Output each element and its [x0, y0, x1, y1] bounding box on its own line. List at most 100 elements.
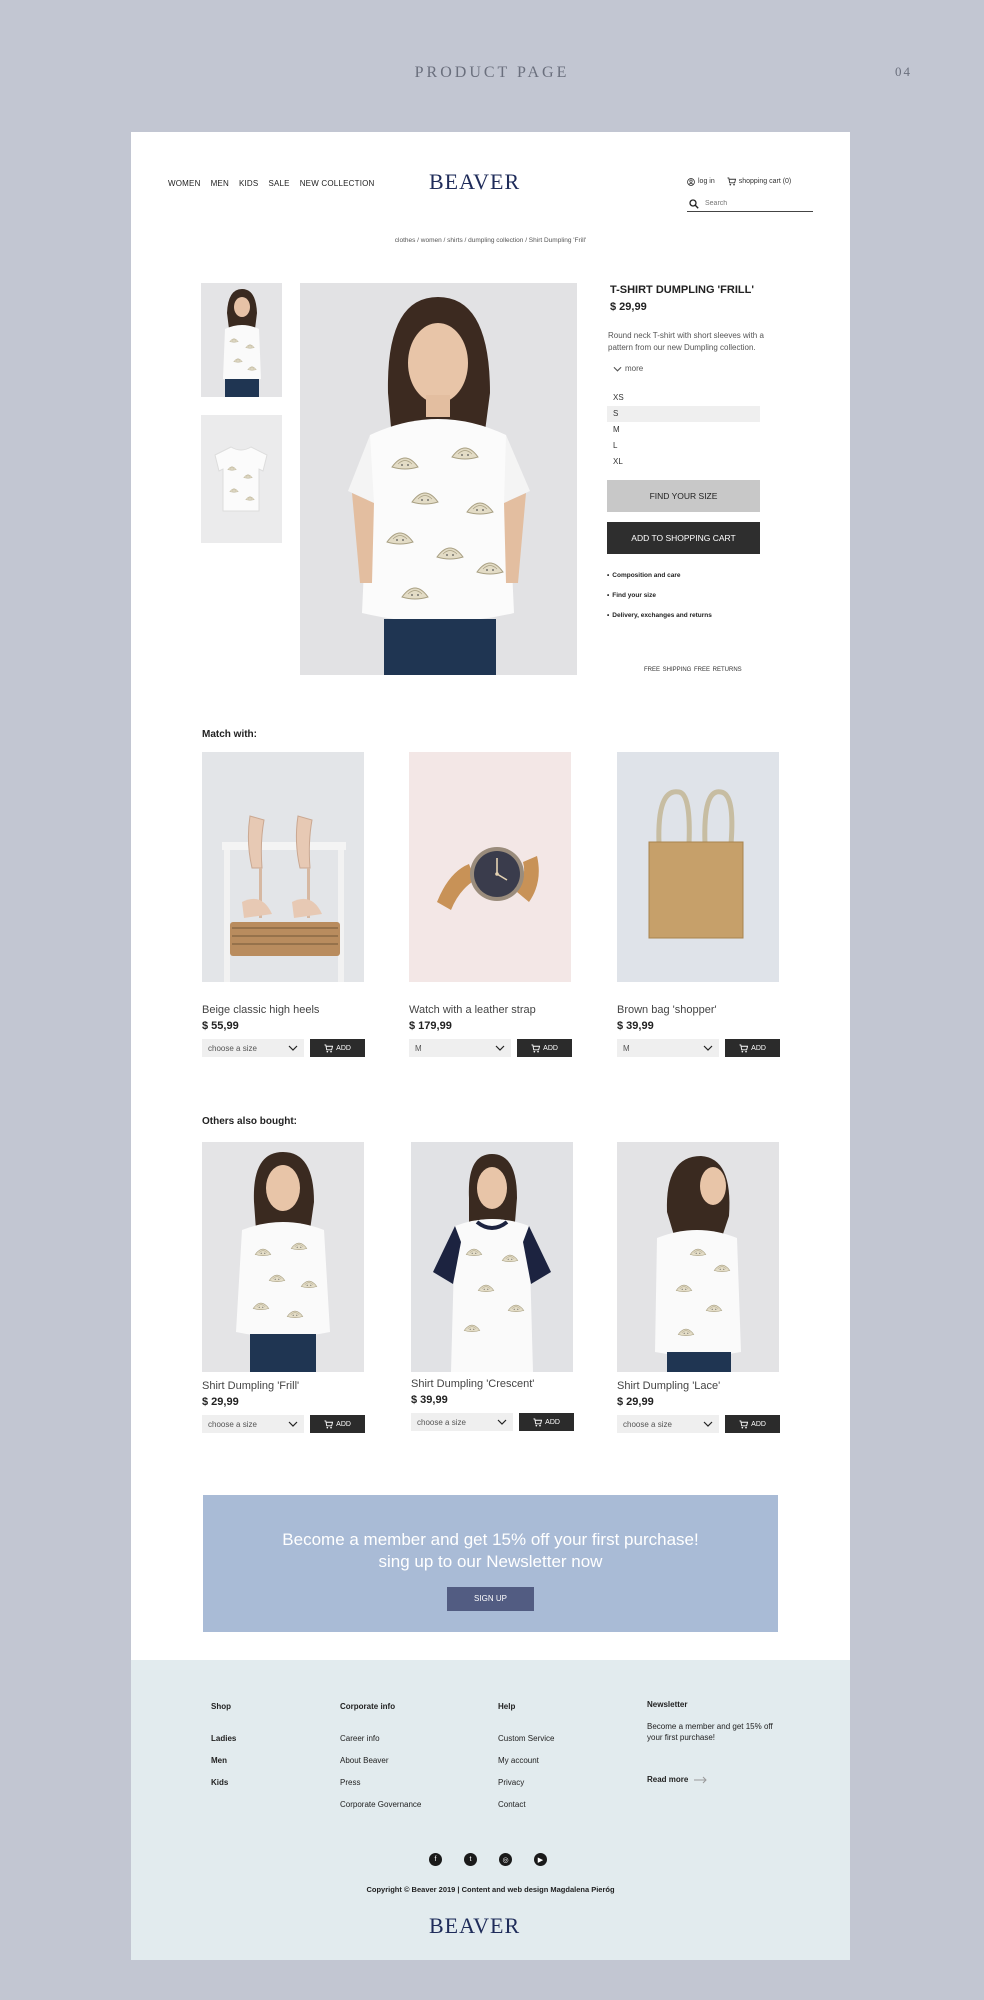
other-item-price: $ 29,99 — [202, 1396, 239, 1408]
nav-sale[interactable]: SALE — [268, 179, 289, 188]
model-photo-thumb — [201, 283, 282, 397]
add-label: ADD — [336, 1420, 351, 1428]
social-links: f t ◎ ▶ — [429, 1853, 547, 1866]
size-select-value: choose a size — [208, 1043, 257, 1053]
footer-newsletter: Newsletter Become a member and get 15% o… — [647, 1700, 777, 1784]
footer-link-privacy[interactable]: Privacy — [498, 1778, 554, 1800]
size-option-s[interactable]: S — [607, 406, 760, 422]
instagram-icon[interactable]: ◎ — [499, 1853, 512, 1866]
size-option-xs[interactable]: XS — [607, 390, 760, 406]
lace-image[interactable] — [617, 1142, 779, 1372]
search-input[interactable] — [705, 200, 805, 207]
thumbnail-model[interactable] — [201, 283, 282, 397]
size-select[interactable]: choose a size — [617, 1415, 720, 1433]
more-label: more — [625, 364, 644, 373]
composition-link[interactable]: Composition and care — [607, 572, 712, 592]
read-more-link[interactable]: Read more — [647, 1775, 777, 1784]
size-select[interactable]: choose a size — [411, 1413, 514, 1431]
sign-up-button[interactable]: SIGN UP — [447, 1587, 534, 1611]
bag-image[interactable] — [617, 752, 779, 982]
match-card-watch: Watch with a leather strap $ 179,99 M AD… — [409, 752, 572, 1057]
twitter-icon[interactable]: t — [464, 1853, 477, 1866]
cart-icon — [739, 1044, 748, 1053]
main-product-image[interactable] — [300, 283, 577, 675]
cart-label: shopping cart (0) — [738, 178, 792, 185]
login-label: log in — [698, 178, 715, 185]
size-option-xl[interactable]: XL — [607, 454, 760, 470]
add-button[interactable]: ADD — [519, 1413, 574, 1431]
add-label: ADD — [751, 1420, 766, 1428]
footer-link-my-account[interactable]: My account — [498, 1756, 554, 1778]
size-select[interactable]: choose a size — [202, 1039, 305, 1057]
add-button[interactable]: ADD — [310, 1039, 365, 1057]
arrow-right-icon — [694, 1776, 708, 1783]
footer-link-ladies[interactable]: Ladies — [211, 1734, 236, 1756]
frill-image[interactable] — [202, 1142, 364, 1372]
other-item-name[interactable]: Shirt Dumpling 'Frill' — [202, 1380, 365, 1392]
add-button[interactable]: ADD — [725, 1039, 780, 1057]
other-item-name[interactable]: Shirt Dumpling 'Lace' — [617, 1380, 780, 1392]
chevron-down-icon — [497, 1419, 507, 1425]
chevron-down-icon — [288, 1421, 298, 1427]
size-option-m[interactable]: M — [607, 422, 760, 438]
nav-women[interactable]: WOMEN — [168, 179, 201, 188]
brand-logo[interactable]: BEAVER — [429, 169, 520, 195]
nav-men[interactable]: MEN — [211, 179, 229, 188]
product-price: $ 29,99 — [610, 301, 647, 313]
cart-link[interactable]: shopping cart (0) — [727, 177, 792, 186]
nav-kids[interactable]: KIDS — [239, 179, 258, 188]
thumbnail-flatlay[interactable] — [201, 415, 282, 543]
add-button[interactable]: ADD — [725, 1415, 780, 1433]
add-label: ADD — [545, 1418, 560, 1426]
more-toggle[interactable]: more — [613, 364, 643, 373]
footer-link-kids[interactable]: Kids — [211, 1778, 236, 1800]
add-to-cart-button[interactable]: ADD TO SHOPPING CART — [607, 522, 760, 554]
add-label: ADD — [336, 1044, 351, 1052]
footer-link-career[interactable]: Career info — [340, 1734, 421, 1756]
size-select[interactable]: choose a size — [202, 1415, 305, 1433]
match-item-price: $ 179,99 — [409, 1020, 452, 1032]
newsletter-text: Become a member and get 15% off your fir… — [647, 1722, 773, 1742]
match-item-name[interactable]: Brown bag 'shopper' — [617, 1004, 780, 1016]
footer-link-about[interactable]: About Beaver — [340, 1756, 421, 1778]
copyright: Copyright © Beaver 2019 | Content and we… — [366, 1885, 615, 1894]
chevron-down-icon — [288, 1045, 298, 1051]
crescent-image[interactable] — [411, 1142, 573, 1372]
info-links: Composition and care Find your size Deli… — [607, 572, 712, 632]
read-more-label: Read more — [647, 1775, 689, 1784]
size-option-l[interactable]: L — [607, 438, 760, 454]
footer-link-contact[interactable]: Contact — [498, 1800, 554, 1822]
heels-image[interactable] — [202, 752, 364, 982]
shipping-note: FREE SHIPPING FREE RETURNS — [644, 667, 742, 673]
footer-link-custom-service[interactable]: Custom Service — [498, 1734, 554, 1756]
other-item-name[interactable]: Shirt Dumpling 'Crescent' — [411, 1378, 574, 1390]
find-size-link[interactable]: Find your size — [607, 592, 712, 612]
banner-subline: sing up to our Newsletter now — [378, 1552, 603, 1571]
footer-link-press[interactable]: Press — [340, 1778, 421, 1800]
match-item-name[interactable]: Watch with a leather strap — [409, 1004, 572, 1016]
login-link[interactable]: log in — [687, 177, 715, 186]
product-title: T-SHIRT DUMPLING 'FRILL' — [610, 284, 754, 296]
facebook-icon[interactable]: f — [429, 1853, 442, 1866]
footer-link-men[interactable]: Men — [211, 1756, 236, 1778]
nav-new-collection[interactable]: NEW COLLECTION — [300, 179, 375, 188]
add-button[interactable]: ADD — [310, 1415, 365, 1433]
size-select[interactable]: M — [409, 1039, 512, 1057]
add-button[interactable]: ADD — [517, 1039, 572, 1057]
watch-photo — [409, 752, 571, 982]
breadcrumb[interactable]: clothes / women / shirts / dumpling coll… — [131, 237, 850, 244]
youtube-icon[interactable]: ▶ — [534, 1853, 547, 1866]
footer-link-governance[interactable]: Corporate Governance — [340, 1800, 421, 1822]
match-item-name[interactable]: Beige classic high heels — [202, 1004, 365, 1016]
account-area: log in shopping cart (0) — [687, 177, 791, 186]
size-select[interactable]: M — [617, 1039, 720, 1057]
model-photo-main — [300, 283, 577, 675]
watch-image[interactable] — [409, 752, 571, 982]
match-with-heading: Match with: — [202, 729, 257, 740]
cart-icon — [324, 1420, 333, 1429]
delivery-link[interactable]: Delivery, exchanges and returns — [607, 612, 712, 632]
footer-logo[interactable]: BEAVER — [429, 1913, 520, 1939]
main-nav: WOMEN MEN KIDS SALE NEW COLLECTION — [168, 179, 375, 188]
find-your-size-button[interactable]: FIND YOUR SIZE — [607, 480, 760, 512]
size-select-value: choose a size — [417, 1417, 466, 1427]
